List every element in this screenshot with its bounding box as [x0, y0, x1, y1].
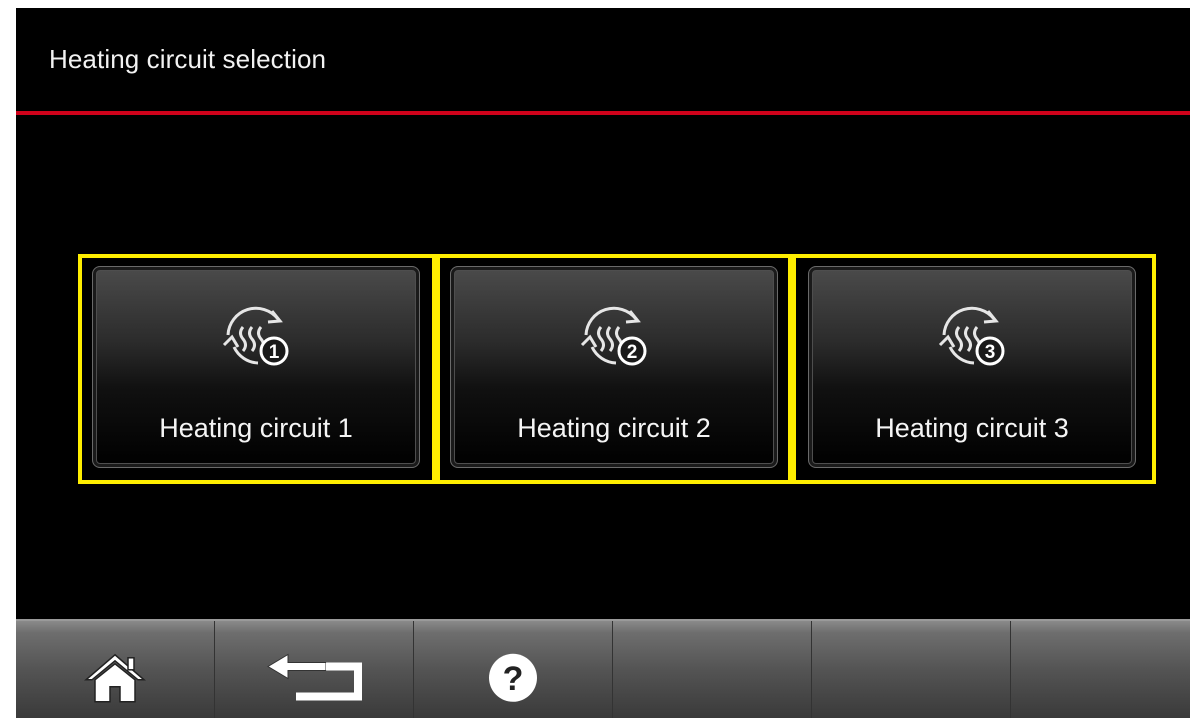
circuit-number: 2 [627, 342, 638, 363]
help-button[interactable]: ? [414, 621, 613, 718]
help-icon: ? [489, 653, 537, 702]
nav-empty-slot [1011, 621, 1190, 718]
nav-empty-slot [812, 621, 1011, 718]
circuit-number: 1 [269, 342, 280, 363]
header-divider [16, 111, 1190, 115]
circuit-number: 3 [985, 342, 996, 363]
home-icon [84, 653, 146, 703]
heating-circuit-1-button[interactable]: 1 Heating circuit 1 [92, 266, 420, 468]
heating-circuit-3-button[interactable]: 3 Heating circuit 3 [808, 266, 1136, 468]
page-title: Heating circuit selection [49, 44, 327, 74]
nav-empty-slot [613, 621, 812, 718]
screen: Heating circuit selection 1 Heating circ… [16, 8, 1190, 718]
back-button[interactable] [215, 621, 414, 718]
back-icon [267, 653, 362, 700]
circuit-label: Heating circuit 2 [517, 413, 711, 443]
circuit-label: Heating circuit 3 [875, 413, 1069, 443]
heating-circuit-icon: 3 [938, 306, 1005, 366]
circuit-label: Heating circuit 1 [159, 413, 353, 443]
heating-circuit-icon: 1 [222, 306, 289, 366]
heating-circuit-icon: 2 [580, 306, 647, 366]
heating-circuit-2-button[interactable]: 2 Heating circuit 2 [450, 266, 778, 468]
home-button[interactable] [16, 621, 215, 718]
bottom-nav-bar: ? [16, 619, 1190, 718]
help-glyph: ? [503, 659, 524, 697]
header: Heating circuit selection [16, 8, 1190, 111]
